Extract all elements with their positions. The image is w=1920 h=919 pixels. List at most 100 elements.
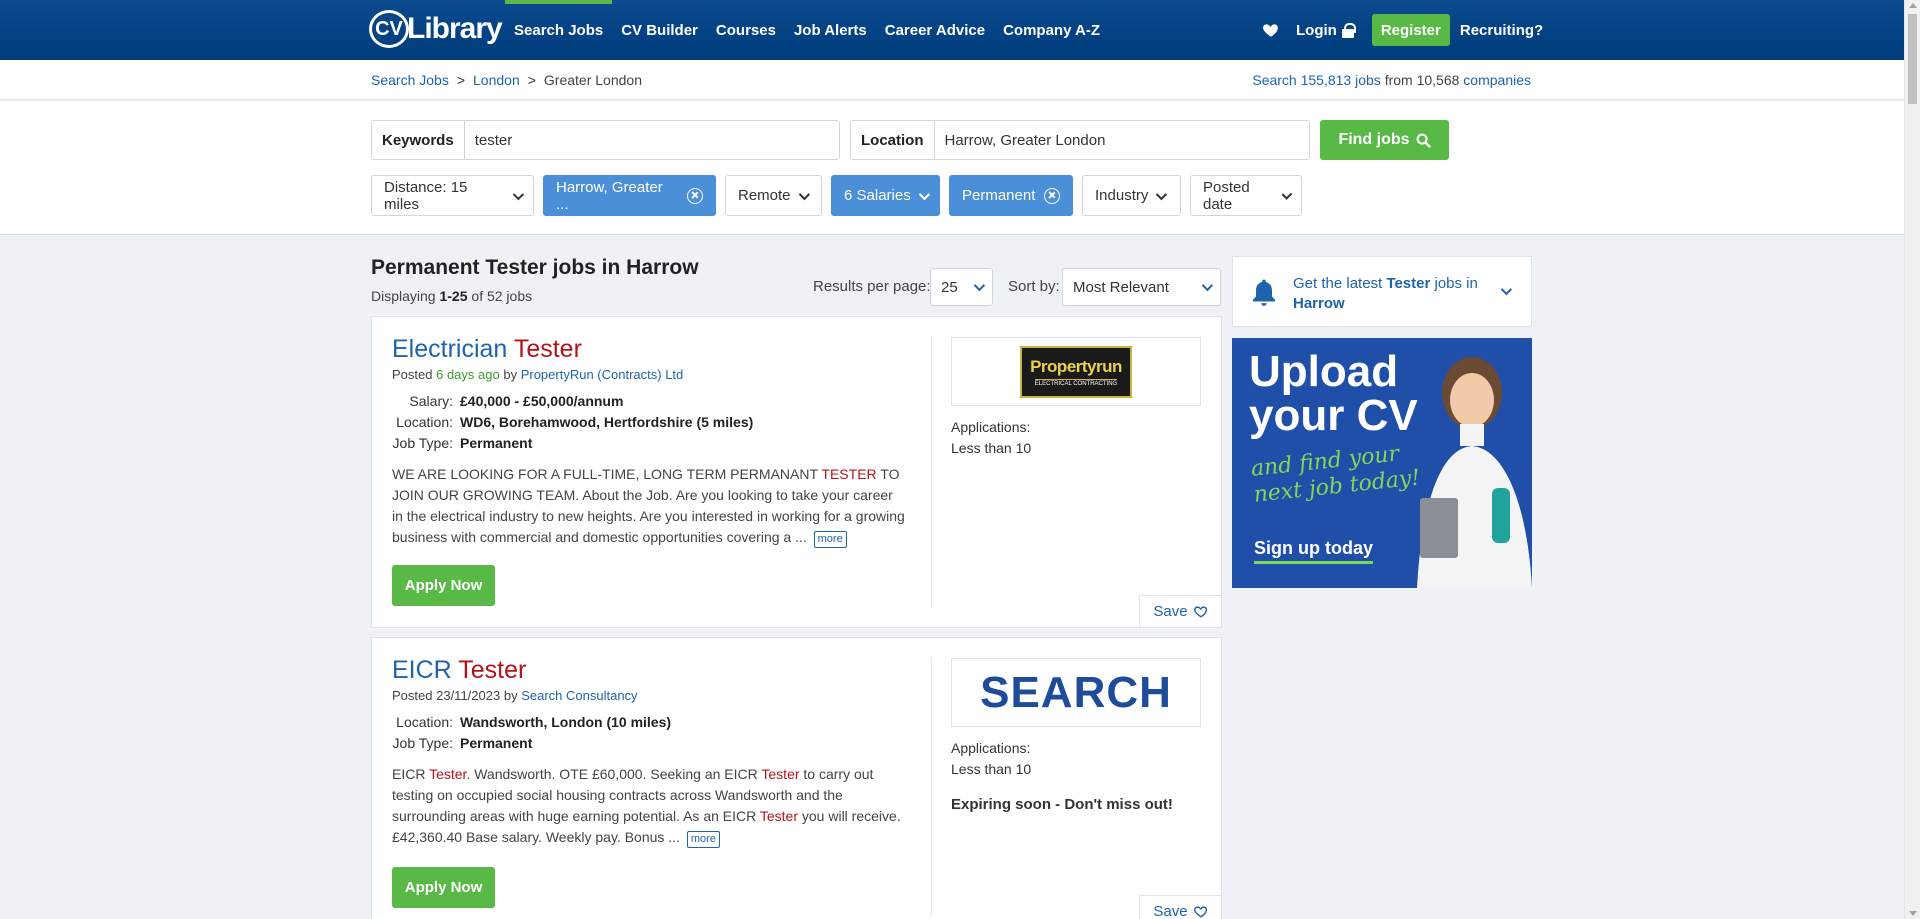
nav-courses[interactable]: Courses	[707, 0, 785, 60]
chevron-down-icon	[1281, 188, 1293, 200]
filter-industry[interactable]: Industry	[1082, 175, 1181, 216]
job-location-row: Location: Wandsworth, London (10 miles)	[392, 714, 671, 730]
save-job-button[interactable]: Save	[1139, 595, 1222, 628]
propertyrun-logo-text: Propertyrun	[1030, 356, 1122, 376]
chevron-down-icon	[918, 188, 930, 200]
applications-label: Applications:	[951, 740, 1031, 756]
job-type-label: Job Type:	[392, 735, 453, 751]
alert-text: Get the latest	[1293, 275, 1387, 292]
salary-value: £40,000 - £50,000/annum	[460, 393, 624, 409]
company-link[interactable]: Search Consultancy	[521, 688, 637, 703]
page-scrollbar[interactable]	[1904, 0, 1920, 919]
find-jobs-label: Find jobs	[1338, 131, 1410, 148]
results-per-page-label: Results per page:	[813, 278, 931, 295]
upload-cv-banner[interactable]: Upload your CV and find your next job to…	[1232, 338, 1532, 588]
chevron-down-icon	[512, 188, 525, 200]
results-per-page-select[interactable]: 25	[930, 268, 993, 306]
job-salary-row: Salary: £40,000 - £50,000/annum	[392, 393, 623, 409]
job-title-link[interactable]: Electrician Tester	[392, 335, 582, 364]
applications-value: Less than 10	[951, 761, 1032, 777]
results-title: Permanent Tester jobs in Harrow	[371, 256, 699, 279]
breadcrumb-current: Greater London	[543, 72, 642, 88]
filter-salaries-label: 6 Salaries	[844, 187, 911, 204]
job-alert-box[interactable]: Get the latest Tester jobs in Harrow	[1232, 256, 1532, 327]
filter-salaries-active[interactable]: 6 Salaries	[831, 175, 940, 216]
results-count: Displaying 1-25 of 52 jobs	[371, 288, 532, 304]
job-type-value: Permanent	[460, 735, 533, 751]
job-type-row: Job Type: Permanent	[392, 435, 533, 451]
cv-library-logo[interactable]: CV Library	[369, 10, 503, 48]
sort-by-select[interactable]: Most Relevant	[1062, 268, 1221, 306]
search-icon	[1416, 133, 1431, 148]
company-link[interactable]: PropertyRun (Contracts) Ltd	[521, 367, 684, 382]
filter-distance[interactable]: Distance: 15 miles	[371, 175, 534, 216]
banner-person-illustration	[1417, 357, 1532, 588]
location-input[interactable]: Harrow, Greater London	[935, 121, 1310, 159]
scroll-up-arrow-icon[interactable]	[1909, 3, 1917, 8]
job-description: WE ARE LOOKING FOR A FULL-TIME, LONG TER…	[392, 464, 907, 548]
nav-job-alerts[interactable]: Job Alerts	[785, 0, 876, 60]
heart-outline-icon	[1193, 606, 1207, 618]
nav-cv-builder[interactable]: CV Builder	[612, 0, 707, 60]
desc-keyword: TESTER	[821, 466, 877, 482]
job-title-link[interactable]: EICR Tester	[392, 656, 526, 685]
applications-label: Applications:	[951, 419, 1031, 435]
applications-info: Applications: Less than 10	[951, 738, 1031, 780]
login-label: Login	[1296, 21, 1337, 39]
chevron-down-icon	[1156, 188, 1168, 200]
job-title-keyword: Tester	[458, 656, 527, 684]
alert-location: Harrow	[1293, 295, 1345, 312]
filter-location-label: Harrow, Greater ...	[556, 178, 663, 213]
job-card: EICR Tester Posted 23/11/2023 by Search …	[371, 637, 1222, 919]
nav-search-jobs[interactable]: Search Jobs	[505, 0, 613, 60]
filter-jobtype-active[interactable]: Permanent	[949, 175, 1073, 216]
banner-signup-cta[interactable]: Sign up today	[1254, 538, 1373, 564]
company-logo[interactable]: SEARCH	[951, 658, 1201, 727]
desc-text: WE ARE LOOKING FOR A FULL-TIME, LONG TER…	[392, 466, 822, 482]
desc-text: . Wandsworth. OTE £60,000. Seeking an EI…	[466, 766, 762, 782]
stats-jobs-link[interactable]: 155,813 jobs	[1301, 72, 1381, 88]
chevron-down-icon	[1500, 283, 1513, 296]
chevron-down-icon	[973, 279, 986, 292]
keywords-label: Keywords	[372, 121, 465, 159]
more-button[interactable]: more	[686, 831, 720, 848]
saved-jobs-heart-icon[interactable]	[1262, 21, 1280, 39]
breadcrumb-london[interactable]: London	[473, 72, 520, 88]
salary-label: Salary:	[409, 393, 453, 409]
stats-companies-count: 10,568	[1416, 72, 1460, 88]
register-button[interactable]: Register	[1371, 14, 1450, 46]
card-divider	[931, 658, 932, 916]
filter-remote[interactable]: Remote	[725, 175, 822, 216]
chevron-down-icon	[798, 188, 810, 200]
more-button[interactable]: more	[813, 531, 847, 548]
scrollbar-thumb[interactable]	[1908, 14, 1917, 104]
nav-career-advice[interactable]: Career Advice	[876, 0, 994, 60]
remove-filter-icon[interactable]	[1044, 187, 1060, 204]
find-jobs-button[interactable]: Find jobs	[1320, 120, 1449, 160]
applications-info: Applications: Less than 10	[951, 417, 1031, 459]
save-job-button[interactable]: Save	[1139, 895, 1222, 919]
breadcrumb-search-jobs[interactable]: Search Jobs	[371, 72, 449, 88]
filter-posted-date[interactable]: Posted date	[1190, 175, 1302, 216]
apply-now-button[interactable]: Apply Now	[392, 565, 495, 606]
keywords-input[interactable]: tester	[465, 121, 839, 159]
remove-filter-icon[interactable]	[687, 187, 703, 204]
results-displaying: Displaying	[371, 288, 436, 304]
job-title-text: EICR	[392, 656, 452, 684]
filter-location-active[interactable]: Harrow, Greater ...	[543, 175, 716, 216]
job-type-value: Permanent	[460, 435, 533, 451]
scroll-down-arrow-icon[interactable]	[1909, 911, 1917, 916]
desc-text: EICR	[392, 766, 430, 782]
job-type-label: Job Type:	[392, 435, 453, 451]
nav-company-a-z[interactable]: Company A-Z	[994, 0, 1109, 60]
top-navigation-bar: CV Library Search Jobs CV Builder Course…	[0, 0, 1904, 60]
propertyrun-logo: Propertyrun ELECTRICAL CONTRACTING	[1020, 345, 1132, 398]
login-link[interactable]: Login	[1296, 21, 1356, 39]
stats-companies-link[interactable]: companies	[1463, 72, 1531, 88]
filter-bar: Distance: 15 miles Harrow, Greater ... R…	[371, 175, 1302, 216]
sort-by-value: Most Relevant	[1073, 278, 1169, 296]
recruiting-link[interactable]: Recruiting?	[1460, 22, 1543, 39]
company-logo[interactable]: Propertyrun ELECTRICAL CONTRACTING	[951, 337, 1201, 406]
posted-date: 6 days ago	[436, 367, 500, 382]
apply-now-button[interactable]: Apply Now	[392, 867, 495, 908]
